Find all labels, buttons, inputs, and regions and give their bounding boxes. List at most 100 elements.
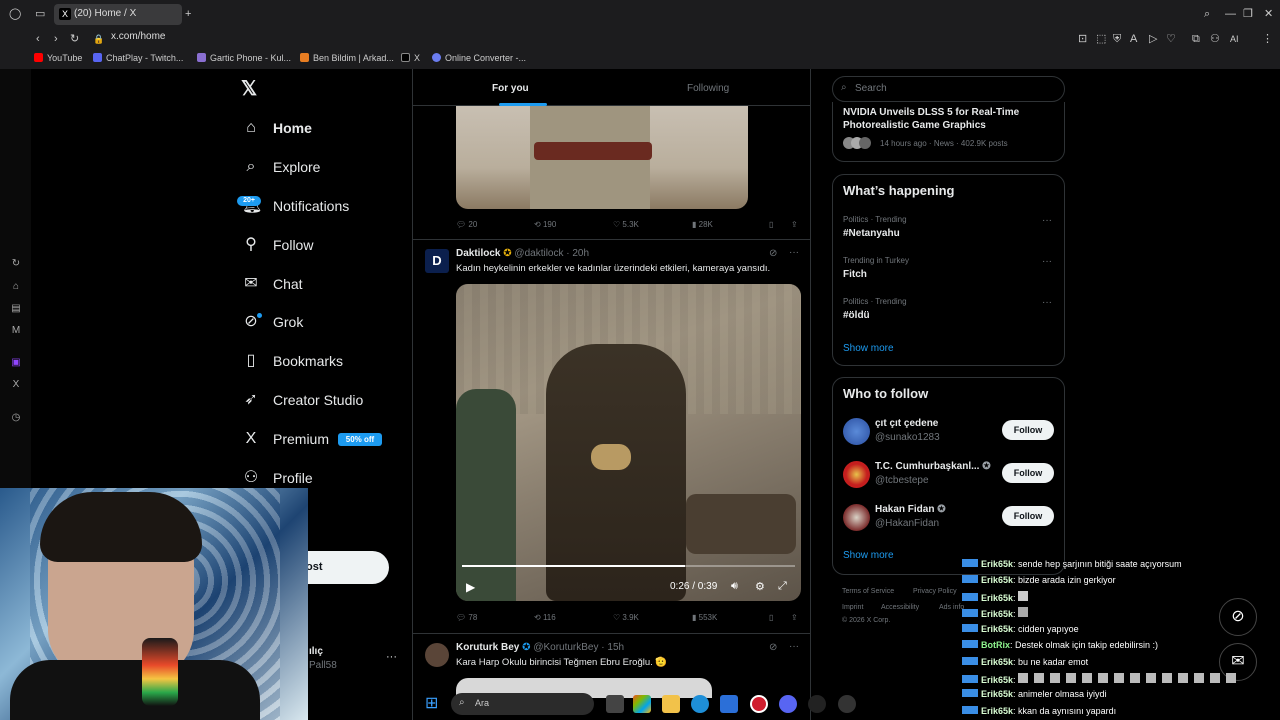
post2-handle[interactable]: @daktilock (514, 248, 563, 259)
tab-for-you[interactable]: For you (492, 83, 529, 94)
play-icon[interactable]: ▷ (1149, 32, 1157, 46)
bookmark-chatplay[interactable]: ChatPlay - Twitch... (93, 53, 183, 63)
search-input[interactable]: ⌕ Search (832, 76, 1065, 102)
post3-author[interactable]: Koruturk Bey (456, 642, 519, 653)
follow-button[interactable]: Follow (1002, 420, 1054, 440)
reload-icon[interactable]: ↻ (70, 32, 79, 46)
grok-float-icon[interactable]: ⊘ (1219, 598, 1257, 636)
post3-more-icon[interactable]: ··· (789, 641, 799, 652)
fullscreen-icon[interactable]: ⤢ (778, 580, 787, 593)
store-icon[interactable] (720, 695, 738, 713)
avatar[interactable] (843, 418, 870, 445)
post2-video[interactable]: ▶ 0:26 / 0:39 🔊︎ ⚙ ⤢ (456, 284, 801, 601)
post2-bookmark-icon[interactable]: ▯ (769, 613, 773, 622)
account-icon[interactable]: ⚇ (1210, 32, 1220, 46)
history-icon[interactable]: ↻ (10, 258, 22, 270)
post1-views[interactable]: ▮ 28K (692, 220, 713, 229)
trend-oldu[interactable]: #öldü (843, 310, 870, 321)
post1-bookmark-icon[interactable]: ▯ (769, 220, 773, 229)
tab-following[interactable]: Following (687, 83, 729, 94)
steam-icon[interactable] (808, 695, 826, 713)
footer-terms[interactable]: Terms of Service (842, 588, 894, 595)
suggestion-name[interactable]: Hakan Fidan ✪ (875, 504, 946, 515)
post2-views[interactable]: ▮ 553K (692, 613, 717, 622)
account-more-icon[interactable]: ··· (386, 651, 397, 663)
maximize-icon[interactable]: ❐ (1243, 7, 1253, 21)
active-tab[interactable]: X (20) Home / X (54, 4, 182, 25)
search-tabs-icon[interactable]: ⌕ (1204, 7, 1210, 21)
trend-more-icon[interactable]: ··· (1042, 215, 1052, 226)
avatar[interactable] (843, 504, 870, 531)
trend-more-icon[interactable]: ··· (1042, 297, 1052, 308)
post2-reply[interactable]: 💬︎ 78 (456, 613, 477, 622)
post1-reply[interactable]: 💬︎ 20 (456, 220, 477, 229)
bookmark-converter[interactable]: Online Converter -... (432, 53, 526, 63)
back-icon[interactable]: ‹ (36, 32, 40, 46)
footer-accessibility[interactable]: Accessibility (881, 604, 919, 611)
trend-fitch[interactable]: Fitch (843, 269, 867, 280)
footer-imprint[interactable]: Imprint (842, 604, 863, 611)
post2-like[interactable]: ♡ 3.9K (613, 613, 639, 622)
new-tab-icon[interactable]: + (185, 7, 191, 21)
menu-icon[interactable]: ⋮ (1262, 32, 1273, 46)
follow-button[interactable]: Follow (1002, 463, 1054, 483)
post1-like[interactable]: ♡ 5.3K (613, 220, 639, 229)
url-field[interactable]: x.com/home (111, 31, 165, 42)
grok-post-icon[interactable]: ⊘ (769, 248, 777, 259)
clock-icon[interactable]: ◷ (10, 412, 22, 424)
opera-icon[interactable] (750, 695, 768, 713)
bookmark-gartic[interactable]: Gartic Phone - Kul... (197, 53, 291, 63)
m-icon[interactable]: M (10, 325, 22, 337)
footer-ads[interactable]: Ads info (939, 604, 964, 611)
bookmark-x[interactable]: X (401, 53, 420, 63)
trend-netanyahu[interactable]: #Netanyahu (843, 228, 900, 239)
bookmark-youtube[interactable]: YouTube (34, 53, 82, 63)
browser-logo-icon[interactable]: ◯ (9, 7, 21, 21)
close-icon[interactable]: ✕ (1264, 7, 1273, 21)
twitch-icon[interactable]: ▣ (10, 357, 22, 369)
grok-post-icon[interactable]: ⊘ (769, 642, 777, 653)
volume-icon[interactable]: 🔊︎ (731, 580, 738, 593)
footer-privacy[interactable]: Privacy Policy (913, 588, 957, 595)
daktilock-avatar[interactable]: D (425, 249, 449, 273)
copilot-icon[interactable] (633, 695, 651, 713)
translate-icon[interactable]: A (1130, 32, 1137, 46)
post2-author[interactable]: Daktilock (456, 248, 500, 259)
suggestion-name[interactable]: T.C. Cumhurbaşkanl... ✪ (875, 461, 991, 472)
obs-icon[interactable] (838, 695, 856, 713)
notes-icon[interactable]: ▤ (10, 303, 22, 315)
heart-icon[interactable]: ♡ (1166, 32, 1176, 46)
ai-icon[interactable]: AI (1230, 32, 1239, 46)
post2-repost[interactable]: ⟲ 116 (534, 613, 556, 622)
bookmark-page-icon[interactable]: ⊡ (1078, 32, 1087, 46)
x-logo-icon[interactable]: 𝕏 (241, 79, 261, 99)
avatar[interactable] (843, 461, 870, 488)
edge-icon[interactable] (691, 695, 709, 713)
show-more-trends[interactable]: Show more (843, 343, 894, 354)
screenshot-icon[interactable]: ⬚ (1096, 32, 1106, 46)
extensions-icon[interactable]: ⧉ (1192, 32, 1200, 46)
bookmark-ben-bildim[interactable]: Ben Bildim | Arkad... (300, 53, 394, 63)
show-more-follow[interactable]: Show more (843, 550, 894, 561)
minimize-icon[interactable]: — (1225, 7, 1236, 21)
koruturk-avatar[interactable] (425, 643, 449, 667)
post1-repost[interactable]: ⟲ 190 (534, 220, 556, 229)
windows-start-icon[interactable]: ⊞ (425, 695, 443, 713)
shield-icon[interactable]: ⛨ (1113, 32, 1121, 46)
reader-icon[interactable]: ⌂ (10, 281, 22, 293)
post2-more-icon[interactable]: ··· (789, 247, 799, 258)
top-news-card[interactable]: NVIDIA Unveils DLSS 5 for Real-Time Phot… (832, 102, 1065, 162)
trend-more-icon[interactable]: ··· (1042, 256, 1052, 267)
post3-handle[interactable]: @KoruturkBey (533, 642, 598, 653)
taskbar-search[interactable]: ⌕ Ara (451, 693, 594, 715)
settings-gear-icon[interactable]: ⚙ (755, 580, 765, 593)
post2-share-icon[interactable]: ⇪ (791, 613, 798, 622)
post1-share-icon[interactable]: ⇪ (791, 220, 798, 229)
tab-menu-icon[interactable]: ▭ (35, 7, 45, 21)
post1-media[interactable] (456, 106, 748, 209)
discord-icon[interactable] (779, 695, 797, 713)
x-rail-icon[interactable]: X (10, 379, 22, 391)
task-view-icon[interactable] (606, 695, 624, 713)
play-icon[interactable]: ▶ (466, 580, 475, 594)
forward-icon[interactable]: › (54, 32, 58, 46)
